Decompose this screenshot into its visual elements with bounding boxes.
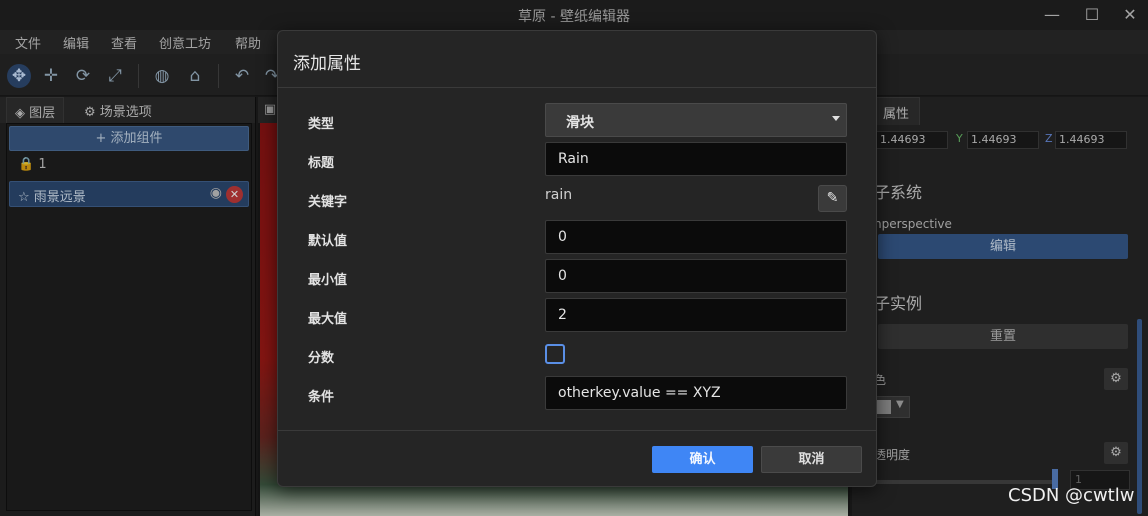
chevron-down-icon xyxy=(832,116,840,121)
min-label: 最小值 xyxy=(308,273,348,288)
min-value-input[interactable]: 0 xyxy=(545,259,847,293)
confirm-button[interactable]: 确认 xyxy=(652,446,753,473)
add-property-dialog: 添加属性 类型 滑块 标题 Rain 关键字 rain ✎ 默认值 0 最小值 … xyxy=(277,30,877,487)
keyword-label: 关键字 xyxy=(308,195,348,210)
dialog-footer-divider xyxy=(278,430,876,431)
title-label: 标题 xyxy=(308,156,335,171)
keyword-value: rain xyxy=(545,187,573,203)
cancel-button[interactable]: 取消 xyxy=(761,446,862,473)
default-value-input[interactable]: 0 xyxy=(545,220,847,254)
type-select-value: 滑块 xyxy=(566,115,594,131)
dialog-title: 添加属性 xyxy=(293,54,361,74)
type-label: 类型 xyxy=(308,117,335,132)
watermark: CSDN @cwtlw xyxy=(1008,485,1135,506)
condition-label: 条件 xyxy=(308,390,335,405)
type-select[interactable]: 滑块 xyxy=(545,103,847,137)
edit-keyword-icon[interactable]: ✎ xyxy=(818,185,847,212)
fraction-checkbox[interactable] xyxy=(545,344,565,364)
fraction-label: 分数 xyxy=(308,351,335,366)
max-label: 最大值 xyxy=(308,312,348,327)
condition-input[interactable]: otherkey.value == XYZ xyxy=(545,376,847,410)
title-input[interactable]: Rain xyxy=(545,142,847,176)
max-value-input[interactable]: 2 xyxy=(545,298,847,332)
default-label: 默认值 xyxy=(308,234,348,249)
dialog-divider xyxy=(278,87,876,88)
